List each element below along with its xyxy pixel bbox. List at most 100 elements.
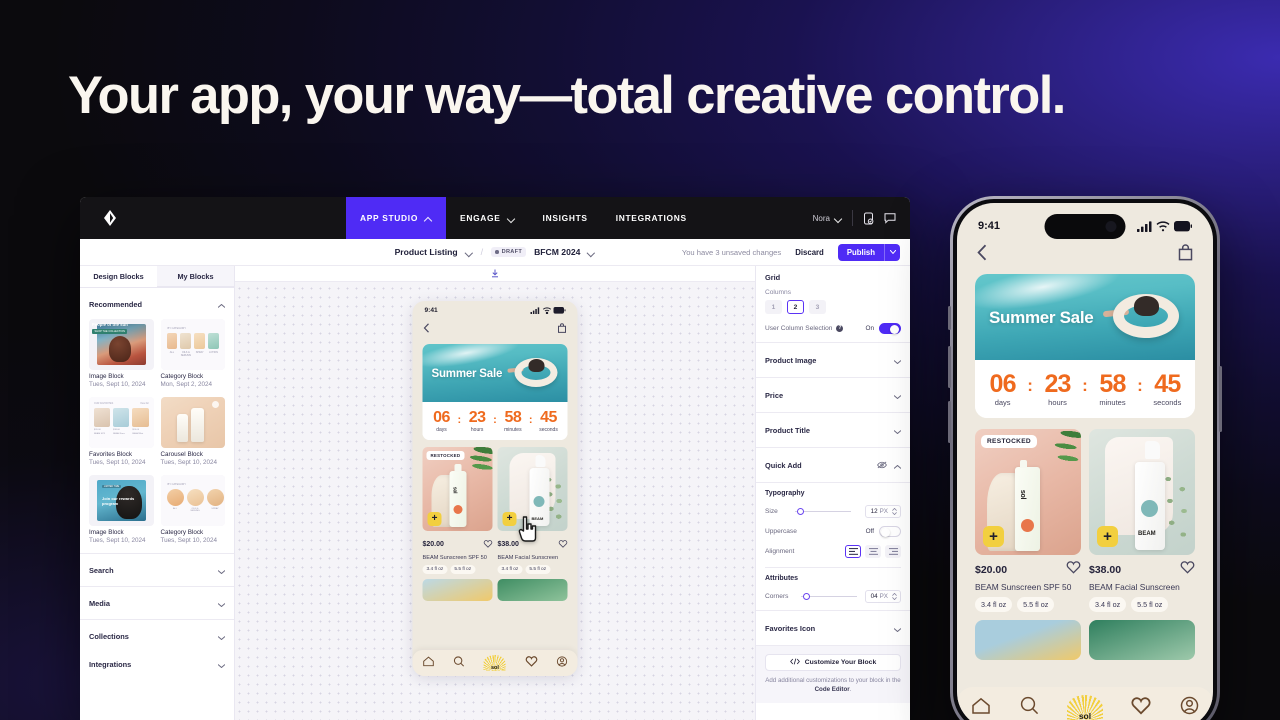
column-option-3[interactable]: 3 bbox=[809, 300, 826, 314]
product-card[interactable]: sol RESTOCKED + $20.00 BEAM Sunscreen SP… bbox=[975, 429, 1081, 612]
column-option-2[interactable]: 2 bbox=[787, 300, 804, 314]
quick-add-button[interactable]: + bbox=[502, 512, 517, 526]
sidebar-item-collections[interactable]: Collections bbox=[80, 619, 234, 652]
chevron-up-icon[interactable] bbox=[893, 456, 902, 474]
nav-item-engage[interactable]: ENGAGE bbox=[446, 197, 529, 239]
nav-item-integrations[interactable]: INTEGRATIONS bbox=[602, 197, 701, 239]
block-card[interactable]: BY CATEGORY ALL OILS & SERUMS SPRAY LOTI… bbox=[160, 319, 225, 389]
tab-design-blocks[interactable]: Design Blocks bbox=[80, 266, 157, 287]
product-card[interactable]: BEAM + $38.00 BEAM Facial Sunscreen 3.4 … bbox=[497, 447, 568, 574]
size-slider[interactable] bbox=[795, 507, 852, 517]
chevron-left-icon[interactable] bbox=[423, 320, 430, 338]
heart-icon[interactable] bbox=[525, 654, 538, 672]
thumbnail-art: BY CATEGORY ALL OILS & SERUMS SPRAY bbox=[160, 475, 225, 526]
product-card[interactable]: BEAM + $38.00 BEAM Facial Sunscreen 3.4 … bbox=[1089, 429, 1195, 612]
uppercase-toggle[interactable] bbox=[879, 526, 901, 537]
account-icon[interactable] bbox=[1180, 696, 1199, 720]
search-icon[interactable] bbox=[453, 654, 465, 672]
eye-off-icon[interactable] bbox=[877, 456, 887, 474]
quick-add-button[interactable]: + bbox=[427, 512, 442, 526]
size-chip[interactable]: 3.4 fl oz bbox=[1089, 597, 1127, 612]
brand-mark: sol bbox=[490, 665, 499, 671]
heart-outline-icon[interactable] bbox=[1066, 561, 1081, 579]
heart-outline-icon[interactable] bbox=[483, 535, 493, 553]
size-chip[interactable]: 3.4 fl oz bbox=[497, 565, 523, 574]
column-option-1[interactable]: 1 bbox=[765, 300, 782, 314]
block-card[interactable]: People of the sun SHOP THE COLLECTION Im… bbox=[89, 319, 154, 389]
user-menu[interactable]: Nora bbox=[813, 214, 842, 223]
size-input[interactable]: 12 PX bbox=[864, 505, 901, 518]
align-left-icon[interactable] bbox=[845, 545, 861, 558]
align-center-icon[interactable] bbox=[865, 545, 881, 558]
chevron-up-icon[interactable] bbox=[217, 295, 226, 313]
chevron-down-icon[interactable] bbox=[466, 249, 473, 256]
tab-my-blocks[interactable]: My Blocks bbox=[157, 266, 234, 287]
quick-add-button[interactable]: + bbox=[1097, 526, 1118, 547]
chat-bubble-icon[interactable] bbox=[884, 212, 896, 224]
size-chip[interactable]: 5.5 fl oz bbox=[1017, 597, 1055, 612]
nav-item-insights[interactable]: INSIGHTS bbox=[529, 197, 602, 239]
publish-dropdown-button[interactable] bbox=[885, 244, 900, 261]
size-chip[interactable]: 5.5 fl oz bbox=[1131, 597, 1169, 612]
nav-item-app-studio[interactable]: APP STUDIO bbox=[346, 197, 447, 239]
shopping-bag-icon[interactable] bbox=[1178, 244, 1193, 266]
section-product-title[interactable]: Product Title bbox=[756, 413, 910, 448]
sidebar-item-search[interactable]: Search bbox=[80, 553, 234, 586]
section-favorites-icon[interactable]: Favorites Icon bbox=[756, 610, 910, 646]
chevron-left-icon[interactable] bbox=[977, 244, 987, 266]
heart-outline-icon[interactable] bbox=[558, 535, 568, 553]
block-card[interactable]: BY CATEGORY ALL OILS & SERUMS SPRAY Cate… bbox=[160, 475, 225, 545]
size-chip[interactable]: 5.5 fl oz bbox=[450, 565, 476, 574]
download-arrow-icon[interactable] bbox=[491, 265, 499, 283]
block-card[interactable]: OUR FAVORITES View All $20.00 BEAM SPF $38… bbox=[89, 397, 154, 467]
product-name: BEAM Facial Sunscreen bbox=[1089, 582, 1180, 592]
user-column-selection-toggle[interactable] bbox=[879, 323, 901, 334]
corners-unit: PX bbox=[879, 593, 888, 600]
phone-preview[interactable]: 9:41 Summer Sale 06 days: 23 hours: 58… bbox=[412, 301, 578, 676]
customize-your-block-button[interactable]: Customize Your Block bbox=[765, 654, 901, 671]
sol-sun-logo-icon[interactable]: sol bbox=[483, 655, 506, 671]
brand-logo-icon[interactable] bbox=[80, 197, 140, 239]
thumbnail-art: LIMITED TIME Join our rewards program bbox=[97, 480, 146, 521]
block-card[interactable]: LIMITED TIME Join our rewards program Im… bbox=[89, 475, 154, 545]
home-icon[interactable] bbox=[422, 654, 434, 672]
section-quick-add[interactable]: Quick Add bbox=[756, 448, 910, 483]
mobile-shield-icon[interactable] bbox=[863, 212, 874, 225]
size-chip[interactable]: 3.4 fl oz bbox=[975, 597, 1013, 612]
search-icon[interactable] bbox=[1020, 696, 1039, 720]
discard-button[interactable]: Discard bbox=[788, 244, 831, 260]
section-product-image[interactable]: Product Image bbox=[756, 343, 910, 378]
quick-add-button[interactable]: + bbox=[983, 526, 1004, 547]
account-icon[interactable] bbox=[557, 654, 568, 672]
block-card[interactable]: Carousel Block Tues, Sept 10, 2024 bbox=[160, 397, 225, 467]
publish-button[interactable]: Publish bbox=[838, 244, 884, 261]
size-chip[interactable]: 3.4 fl oz bbox=[422, 565, 448, 574]
size-chip[interactable]: 5.5 fl oz bbox=[525, 565, 551, 574]
stepper-icon[interactable] bbox=[892, 508, 897, 515]
corners-input[interactable]: 04 PX bbox=[864, 590, 901, 603]
editor-canvas[interactable]: 9:41 Summer Sale 06 days: 23 hours: 58… bbox=[235, 266, 755, 720]
recommended-section-header[interactable]: Recommended bbox=[80, 288, 234, 317]
product-price: $38.00 bbox=[497, 540, 519, 548]
heart-outline-icon[interactable] bbox=[1180, 561, 1195, 579]
sol-sun-logo-icon[interactable]: sol bbox=[1066, 695, 1103, 720]
chevron-down-icon[interactable] bbox=[588, 249, 595, 256]
align-right-icon[interactable] bbox=[885, 545, 901, 558]
product-name: BEAM Sunscreen SPF 50 bbox=[422, 555, 487, 561]
code-editor-link[interactable]: Code Editor bbox=[815, 686, 850, 693]
corners-slider[interactable] bbox=[800, 592, 857, 602]
home-icon[interactable] bbox=[971, 697, 991, 720]
product-card[interactable]: sol RESTOCKED + $20.00 BEAM Sunscreen SP… bbox=[422, 447, 493, 574]
shopping-bag-icon[interactable] bbox=[558, 320, 567, 338]
hero-banner[interactable]: Summer Sale 06 days : 23 hours : 58 minu… bbox=[975, 274, 1195, 418]
hero-banner[interactable]: Summer Sale 06 days : 23 hours: 58 minu… bbox=[422, 344, 568, 440]
hero-title: Summer Sale bbox=[431, 368, 503, 380]
device-screen[interactable]: 9:41 Summer Sale 06 days: 23 hours: 58… bbox=[957, 203, 1213, 720]
sidebar-item-media[interactable]: Media bbox=[80, 586, 234, 619]
sidebar-item-integrations[interactable]: Integrations bbox=[80, 652, 234, 680]
sidebar-scroll-area[interactable]: Recommended People of the sun SHOP THE C… bbox=[80, 288, 234, 720]
heart-icon[interactable] bbox=[1131, 696, 1151, 720]
info-icon[interactable]: ? bbox=[836, 325, 844, 332]
stepper-icon[interactable] bbox=[892, 593, 897, 600]
section-price[interactable]: Price bbox=[756, 378, 910, 413]
